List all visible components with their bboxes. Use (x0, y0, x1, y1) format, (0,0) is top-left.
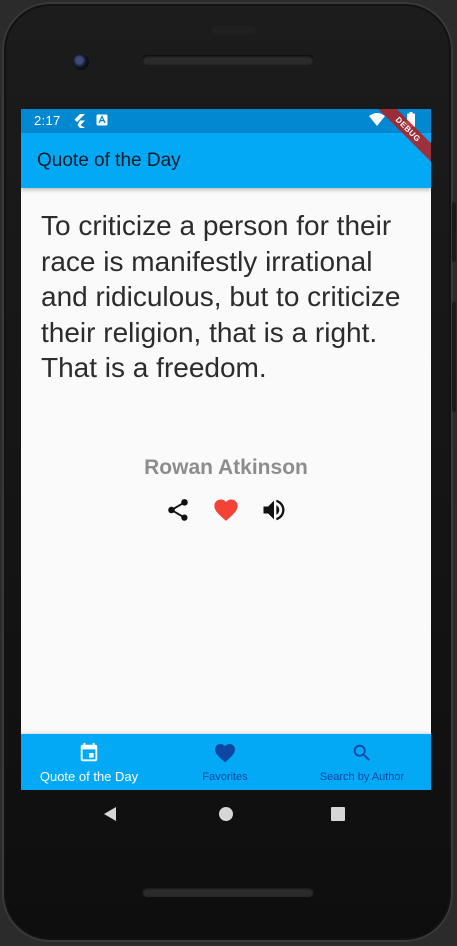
status-bar: 2:17 (21, 109, 431, 133)
app-bar: Quote of the Day (21, 133, 431, 188)
wifi-icon (369, 113, 385, 130)
recents-icon[interactable] (331, 807, 345, 821)
nav-item-favorites[interactable]: Favorites (157, 734, 293, 790)
app-screen: 2:17 Quote of the Day DEBUG To criticize… (21, 109, 431, 790)
nav-item-quote-of-the-day[interactable]: Quote of the Day (21, 734, 157, 790)
bottom-speaker (142, 887, 314, 897)
volume-icon (263, 499, 285, 521)
quote-actions (21, 492, 431, 528)
bottom-navigation: Quote of the Day Favorites Search by Aut… (21, 734, 431, 790)
power-button (452, 202, 456, 262)
nav-label-quote-of-the-day: Quote of the Day (39, 769, 139, 784)
search-icon (353, 744, 370, 761)
share-button[interactable] (164, 496, 192, 524)
nav-item-search-by-author[interactable]: Search by Author (293, 734, 431, 790)
front-camera-icon (73, 54, 89, 70)
heart-icon (214, 499, 238, 521)
system-navigation-bar (21, 790, 431, 838)
earpiece-speaker (142, 55, 314, 65)
favorite-button[interactable] (212, 496, 240, 524)
page-title: Quote of the Day (37, 150, 181, 171)
status-time: 2:17 (34, 113, 61, 128)
nav-label-search-by-author: Search by Author (319, 771, 405, 783)
heart-icon (215, 744, 235, 763)
top-slot (212, 26, 256, 34)
volume-button (452, 302, 456, 412)
calendar-icon (80, 742, 98, 762)
share-icon (168, 499, 188, 521)
nav-label-favorites: Favorites (202, 771, 248, 783)
home-icon[interactable] (218, 806, 234, 822)
flutter-icon (73, 114, 85, 131)
back-icon[interactable] (102, 806, 118, 822)
quote-author: Rowan Atkinson (144, 456, 308, 479)
quote-text: To criticize a person for their race is … (41, 210, 401, 383)
speak-button[interactable] (260, 496, 288, 524)
notification-icon (96, 114, 108, 129)
